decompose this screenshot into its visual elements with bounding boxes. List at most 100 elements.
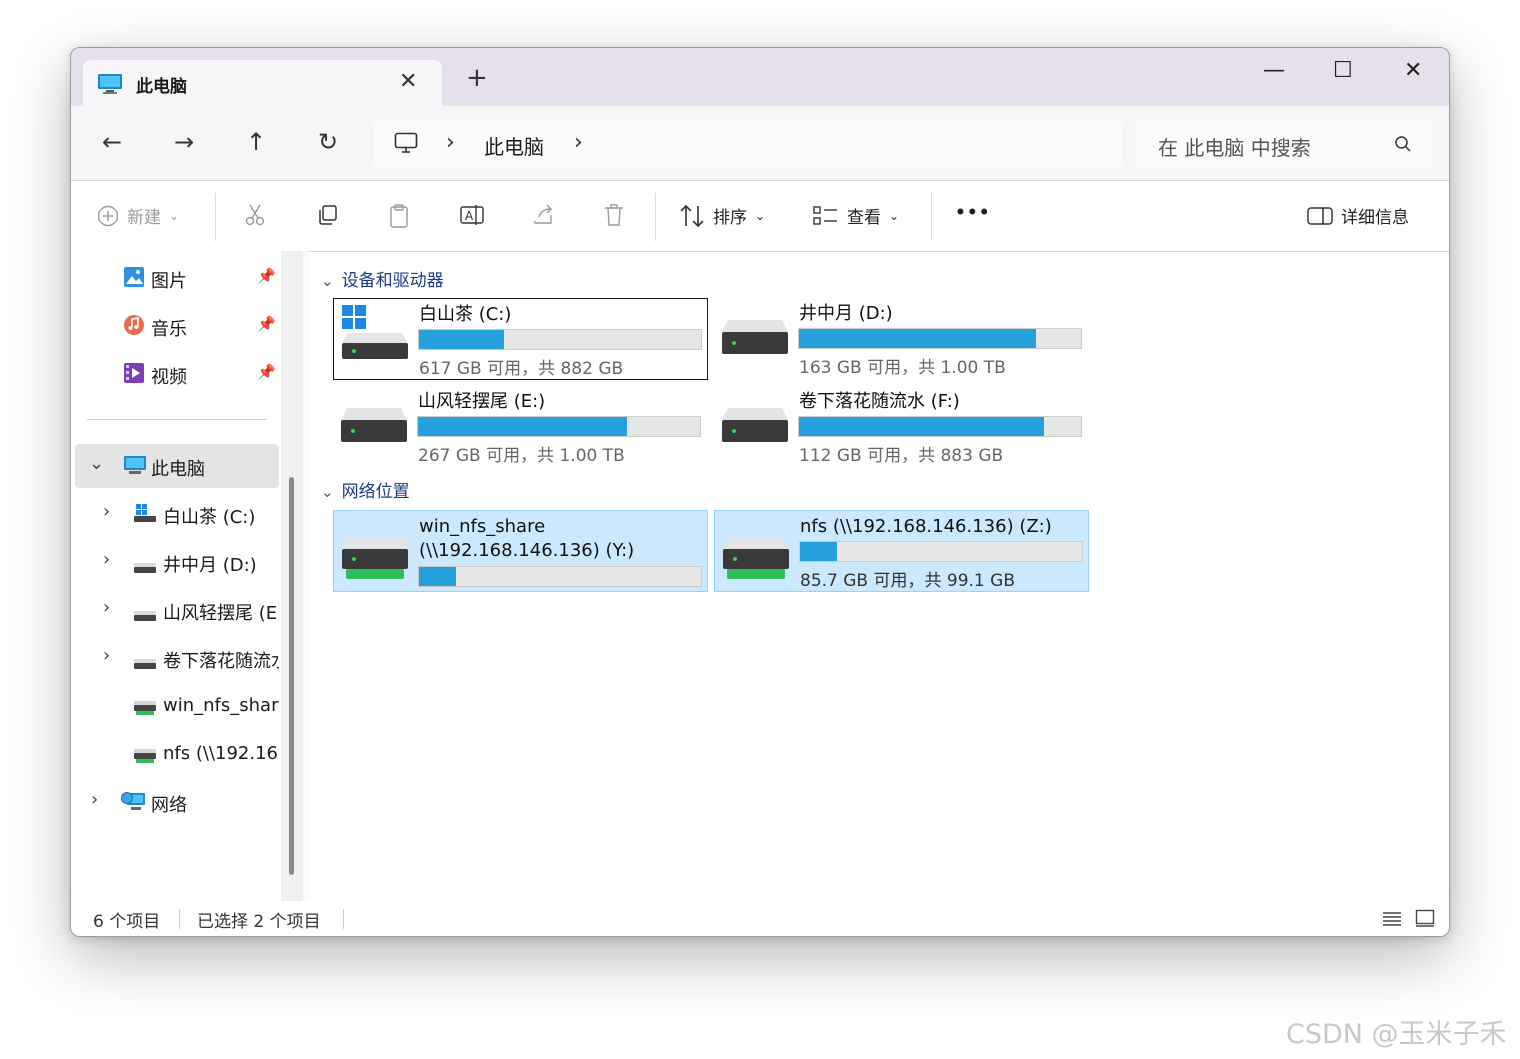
nav-item-network[interactable]: › 网络	[71, 780, 279, 824]
share-button[interactable]	[531, 203, 555, 227]
nav-item-music[interactable]: 音乐 📌	[71, 304, 279, 348]
paste-icon	[390, 204, 408, 228]
refresh-button[interactable]: ↻	[310, 124, 346, 160]
status-bar: 6 个项目 已选择 2 个项目	[71, 901, 1449, 936]
drive-free-space: 85.7 GB 可用，共 99.1 GB	[800, 571, 1015, 591]
nav-item-drive-d[interactable]: › 井中月 (D:)	[71, 540, 279, 584]
breadcrumb-separator-icon[interactable]: ›	[446, 130, 455, 155]
tab-close-icon[interactable]: ✕	[399, 69, 417, 94]
details-label: 详细信息	[1341, 208, 1409, 228]
pin-icon[interactable]: 📌	[257, 267, 276, 285]
nav-item-this-pc[interactable]: ⌄ 此电脑	[75, 444, 279, 488]
nav-item-label: 音乐	[151, 319, 187, 340]
drive-tile-f[interactable]: 卷下落花随流水 (F:) 112 GB 可用，共 883 GB	[714, 386, 1087, 466]
view-label: 查看	[847, 208, 881, 228]
nav-item-videos[interactable]: 视频 📌	[71, 352, 279, 396]
search-placeholder: 在 此电脑 中搜索	[1158, 136, 1311, 160]
pin-icon[interactable]: 📌	[257, 363, 276, 381]
maximize-button[interactable]: ☐	[1333, 58, 1353, 83]
drive-usage-bar	[418, 566, 702, 587]
up-button[interactable]: ↑	[238, 124, 274, 160]
group-header-network[interactable]: ⌄ 网络位置	[321, 477, 410, 502]
network-drive-icon	[723, 537, 789, 587]
drive-usage-fill	[419, 330, 504, 349]
drive-tile-c[interactable]: 白山茶 (C:) 617 GB 可用，共 882 GB	[333, 298, 708, 380]
drive-name: win_nfs_share	[419, 516, 546, 537]
new-label: 新建	[127, 208, 161, 228]
nav-item-drive-f[interactable]: › 卷下落花随流水	[71, 636, 279, 680]
drive-usage-fill	[419, 567, 456, 586]
nav-item-drive-c[interactable]: › 白山茶 (C:)	[71, 492, 279, 536]
collapsed-chevron-icon[interactable]: ›	[91, 789, 98, 810]
drive-tile-d[interactable]: 井中月 (D:) 163 GB 可用，共 1.00 TB	[714, 298, 1087, 378]
nav-item-pictures[interactable]: 图片 📌	[71, 256, 279, 300]
details-view-icon[interactable]	[1382, 911, 1402, 931]
group-collapse-icon[interactable]: ⌄	[321, 483, 334, 501]
collapsed-chevron-icon[interactable]: ›	[103, 645, 110, 666]
command-bar: 新建 ⌄ A 排序 ⌄ 查看 ⌄ ••• 详细信息	[71, 180, 1449, 252]
drive-free-space: 163 GB 可用，共 1.00 TB	[799, 358, 1006, 378]
breadcrumb-expand-icon[interactable]: ›	[574, 130, 583, 155]
large-icons-view-icon[interactable]	[1415, 909, 1435, 931]
tab-title: 此电脑	[136, 77, 187, 97]
view-chevron-icon: ⌄	[889, 208, 900, 223]
group-header-devices[interactable]: ⌄ 设备和驱动器	[321, 266, 444, 291]
drive-usage-bar	[798, 416, 1082, 437]
new-tab-button[interactable]: +	[466, 65, 488, 91]
paste-button[interactable]	[387, 203, 411, 229]
network-drive-tile-z[interactable]: nfs (\\192.168.146.136) (Z:) 85.7 GB 可用，…	[714, 510, 1089, 592]
drive-icon	[722, 320, 788, 362]
forward-button[interactable]: →	[166, 124, 202, 160]
network-drive-icon	[134, 699, 156, 720]
windows-drive-icon	[134, 504, 156, 527]
search-box[interactable]: 在 此电脑 中搜索	[1136, 120, 1432, 168]
expand-chevron-icon[interactable]: ⌄	[89, 453, 104, 474]
details-pane-button[interactable]: 详细信息	[1307, 203, 1409, 228]
drive-name: 山风轻摆尾 (E:)	[418, 391, 546, 412]
status-divider	[179, 909, 180, 929]
drive-free-space: 617 GB 可用，共 882 GB	[419, 359, 624, 379]
nav-item-label: 此电脑	[151, 459, 205, 480]
more-options-button[interactable]: •••	[955, 203, 991, 223]
delete-button[interactable]	[603, 203, 625, 227]
cut-button[interactable]	[243, 203, 267, 227]
pin-icon[interactable]: 📌	[257, 315, 276, 333]
collapsed-chevron-icon[interactable]: ›	[103, 549, 110, 570]
new-button[interactable]: 新建 ⌄	[97, 203, 179, 228]
drive-name: 卷下落花随流水 (F:)	[799, 391, 960, 412]
group-title: 设备和驱动器	[341, 271, 444, 291]
sort-label: 排序	[713, 208, 747, 228]
collapsed-chevron-icon[interactable]: ›	[103, 597, 110, 618]
back-button[interactable]: ←	[94, 124, 130, 160]
drive-name: 井中月 (D:)	[799, 303, 893, 324]
drive-icon	[134, 653, 156, 674]
nav-scrollbar-thumb[interactable]	[289, 477, 294, 875]
nav-item-drive-z[interactable]: nfs (\\192.168	[71, 732, 279, 776]
close-window-button[interactable]: ✕	[1404, 58, 1422, 83]
group-collapse-icon[interactable]: ⌄	[321, 272, 334, 290]
selection-count: 已选择 2 个项目	[197, 912, 321, 932]
network-drive-icon	[134, 747, 156, 768]
nav-item-drive-e[interactable]: › 山风轻摆尾 (E:	[71, 588, 279, 632]
tab-this-pc[interactable]: 此电脑 ✕	[83, 60, 442, 106]
copy-button[interactable]	[315, 203, 339, 227]
sort-button[interactable]: 排序 ⌄	[679, 203, 765, 228]
nav-item-label: 网络	[151, 795, 187, 816]
collapsed-chevron-icon[interactable]: ›	[103, 501, 110, 522]
nav-item-label: 图片	[151, 271, 187, 292]
windows-drive-icon	[342, 305, 408, 363]
drive-icon	[722, 408, 788, 450]
nav-item-drive-y[interactable]: win_nfs_share	[71, 684, 279, 728]
network-drive-tile-y[interactable]: win_nfs_share (\\192.168.146.136) (Y:)	[333, 510, 708, 592]
search-icon	[1394, 135, 1412, 157]
minimize-button[interactable]: —	[1263, 58, 1285, 83]
breadcrumb-this-pc[interactable]: 此电脑	[484, 131, 544, 160]
nav-item-label: 视频	[151, 367, 187, 388]
rename-button[interactable]: A	[459, 203, 485, 227]
view-button[interactable]: 查看 ⌄	[813, 203, 899, 228]
toolbar-divider	[215, 193, 216, 241]
drive-tile-e[interactable]: 山风轻摆尾 (E:) 267 GB 可用，共 1.00 TB	[333, 386, 706, 466]
address-bar[interactable]: › 此电脑 ›	[374, 120, 1123, 168]
content-area: ⌄ 设备和驱动器 白山茶 (C:) 617 GB 可用，共 882 GB 井中月 …	[309, 251, 1449, 901]
nav-scrollbar[interactable]	[281, 251, 303, 901]
